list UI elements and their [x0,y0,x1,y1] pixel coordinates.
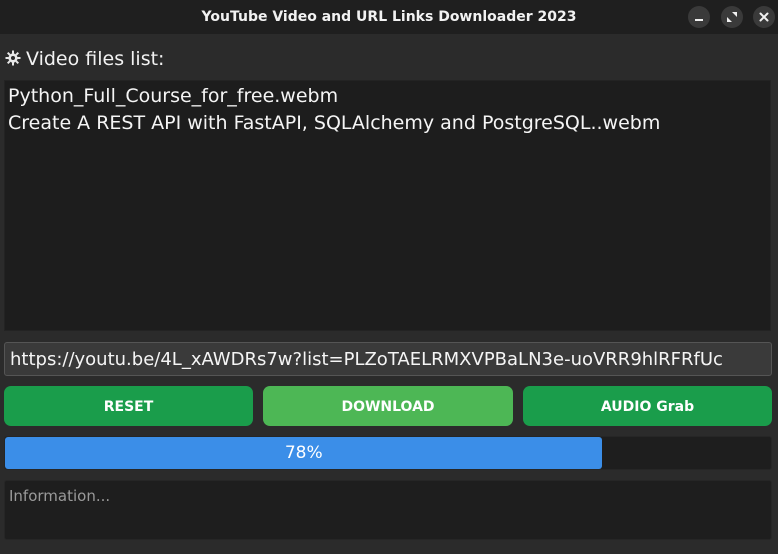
gear-icon [5,50,21,66]
audio-grab-button[interactable]: AUDIO Grab [523,386,772,426]
title-bar: YouTube Video and URL Links Downloader 2… [0,0,778,34]
close-icon [759,12,769,22]
close-button[interactable] [753,6,775,28]
maximize-icon [727,12,737,22]
minimize-button[interactable] [688,6,710,28]
file-list-heading: Video files list: [5,48,164,70]
video-files-list[interactable]: Python_Full_Course_for_free.webm Create … [4,80,771,331]
minimize-icon [695,19,703,21]
reset-button[interactable]: RESET [4,386,253,426]
window-title: YouTube Video and URL Links Downloader 2… [201,9,577,25]
information-field[interactable] [4,480,772,540]
maximize-button[interactable] [721,6,743,28]
list-item[interactable]: Python_Full_Course_for_free.webm [8,83,338,110]
list-item[interactable]: Create A REST API with FastAPI, SQLAlche… [8,110,660,137]
download-button[interactable]: DOWNLOAD [263,386,513,426]
progress-label: 78% [284,443,323,463]
url-input[interactable] [4,342,772,376]
app-window: YouTube Video and URL Links Downloader 2… [0,0,778,554]
file-list-label: Video files list: [26,48,165,70]
progress-bar: 78% [4,436,772,470]
